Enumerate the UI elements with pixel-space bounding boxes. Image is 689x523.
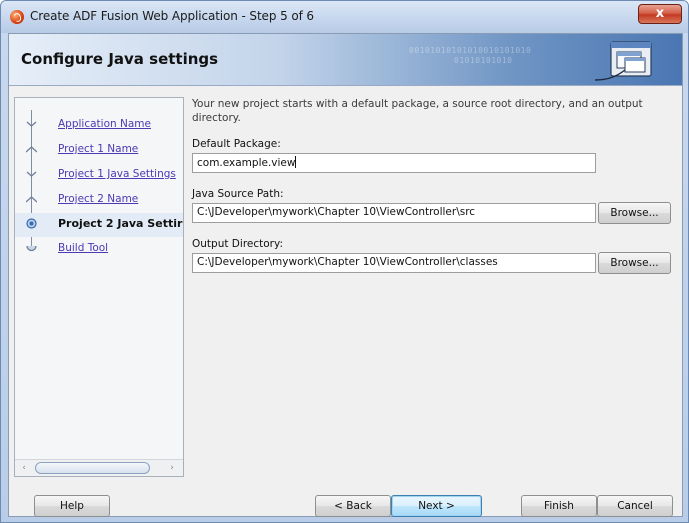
step-current-marker-icon: [26, 218, 37, 229]
dialog-button-bar: Help < Back Next > Finish Cancel: [9, 495, 682, 519]
page-title: Configure Java settings: [21, 50, 219, 68]
help-button[interactable]: Help: [34, 495, 110, 517]
wizard-header: Configure Java settings 0010101010101001…: [9, 34, 682, 86]
default-package-input[interactable]: com.example.view: [192, 153, 596, 173]
scroll-left-icon[interactable]: ‹: [17, 461, 31, 475]
nav-horizontal-scrollbar[interactable]: ‹ ›: [15, 459, 183, 476]
output-directory-input[interactable]: C:\JDeveloper\mywork\Chapter 10\ViewCont…: [192, 253, 596, 273]
step-done-marker-icon: [26, 196, 37, 203]
default-package-value: com.example.view: [197, 157, 296, 169]
nav-step-project-1-name[interactable]: Project 1 Name: [15, 139, 183, 163]
wizard-window: Create ADF Fusion Web Application - Step…: [0, 0, 689, 523]
scrollbar-thumb[interactable]: [35, 462, 150, 474]
nav-step-project-1-java-settings[interactable]: Project 1 Java Settings: [15, 164, 183, 188]
wizard-windows-icon: [595, 41, 652, 81]
next-button[interactable]: Next >: [391, 495, 482, 517]
window-title: Create ADF Fusion Web Application - Step…: [30, 9, 314, 23]
nav-step-project-2-name[interactable]: Project 2 Name: [15, 189, 183, 213]
step-end-marker-icon: [26, 245, 37, 252]
finish-button[interactable]: Finish: [521, 495, 597, 517]
step-done-marker-icon: [26, 121, 37, 127]
nav-step-label[interactable]: Project 2 Java Settir: [58, 217, 182, 230]
java-source-path-input[interactable]: C:\JDeveloper\mywork\Chapter 10\ViewCont…: [192, 203, 596, 223]
nav-step-label[interactable]: Application Name: [58, 118, 151, 130]
output-directory-value: C:\JDeveloper\mywork\Chapter 10\ViewCont…: [197, 256, 498, 268]
browse-java-source-button[interactable]: Browse...: [598, 202, 671, 224]
output-directory-label: Output Directory:: [192, 238, 283, 250]
java-source-path-value: C:\JDeveloper\mywork\Chapter 10\ViewCont…: [197, 206, 476, 218]
title-bar[interactable]: Create ADF Fusion Web Application - Step…: [1, 1, 688, 33]
nav-step-application-name[interactable]: Application Name: [15, 114, 183, 138]
back-button[interactable]: < Back: [315, 495, 391, 517]
nav-step-label[interactable]: Project 1 Java Settings: [58, 168, 176, 180]
nav-step-build-tool[interactable]: Build Tool: [15, 238, 183, 262]
nav-step-label[interactable]: Build Tool: [58, 242, 108, 254]
dialog-client-area: Configure Java settings 0010101010101001…: [8, 33, 683, 517]
close-window-button[interactable]: x: [638, 4, 682, 24]
nav-step-label[interactable]: Project 1 Name: [58, 143, 138, 155]
nav-step-label[interactable]: Project 2 Name: [58, 193, 138, 205]
step-done-marker-icon: [26, 146, 37, 153]
browse-output-directory-button[interactable]: Browse...: [598, 252, 671, 274]
nav-step-project-2-java-settings[interactable]: Project 2 Java Settir: [15, 213, 183, 237]
wizard-steps-panel: Application Name Project 1 Name Project …: [14, 97, 184, 477]
cancel-button[interactable]: Cancel: [597, 495, 673, 517]
jdeveloper-app-icon: [10, 10, 24, 24]
binary-decoration-2: 01010101010: [454, 56, 513, 65]
step-done-marker-icon: [26, 171, 37, 177]
intro-text: Your new project starts with a default p…: [192, 98, 643, 124]
text-caret: [295, 156, 297, 168]
java-source-path-label: Java Source Path:: [192, 188, 284, 200]
default-package-label: Default Package:: [192, 138, 281, 150]
binary-decoration: 00101010101010010101010: [409, 46, 532, 55]
scroll-right-icon[interactable]: ›: [165, 461, 179, 475]
